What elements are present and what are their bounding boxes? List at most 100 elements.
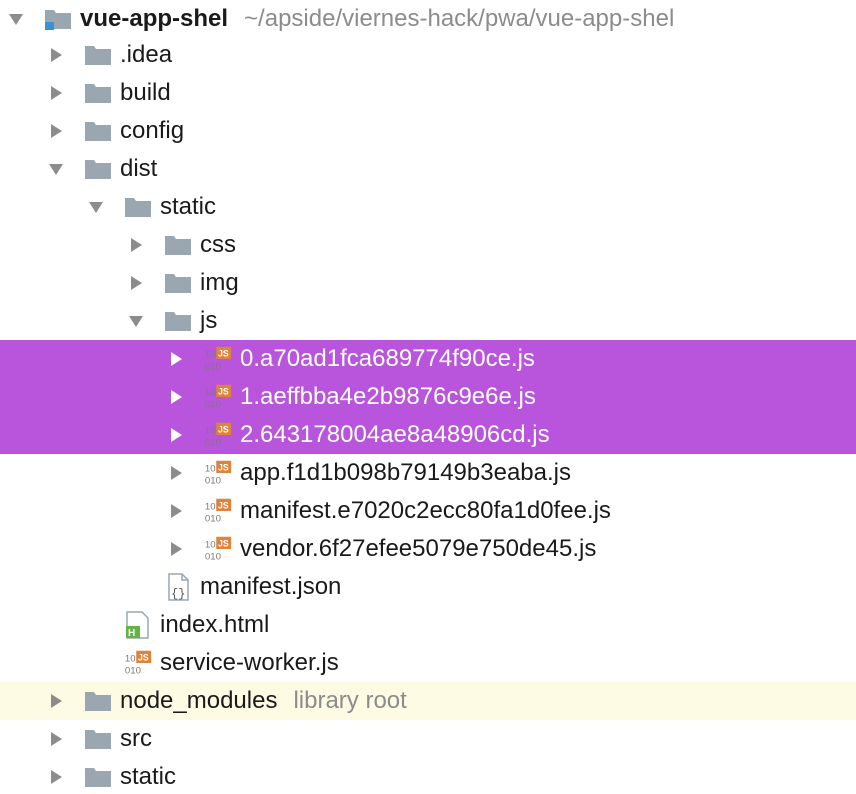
chevron-right-icon[interactable] (166, 349, 186, 369)
svg-text:010: 010 (205, 514, 221, 525)
svg-text:JS: JS (218, 538, 229, 548)
tree-item-label: manifest.e7020c2ecc80fa1d0fee.js (240, 497, 611, 524)
tree-item-index-html[interactable]: H index.html (0, 606, 856, 644)
svg-text:010: 010 (125, 666, 141, 677)
tree-item-label: 0.a70ad1fca689774f90ce.js (240, 345, 535, 372)
chevron-down-icon[interactable] (86, 197, 106, 217)
tree-item-static[interactable]: static (0, 188, 856, 226)
html-file-icon: H (124, 611, 152, 639)
svg-text:10: 10 (125, 653, 136, 664)
tree-item-config[interactable]: config (0, 112, 856, 150)
tree-item-js[interactable]: js (0, 302, 856, 340)
folder-icon (164, 231, 192, 259)
tree-item-label: src (120, 725, 152, 752)
svg-text:10: 10 (205, 501, 216, 512)
chevron-down-icon[interactable] (126, 311, 146, 331)
project-tree: vue-app-shel ~/apside/viernes-hack/pwa/v… (0, 0, 856, 794)
chevron-right-icon[interactable] (166, 463, 186, 483)
chevron-down-icon[interactable] (6, 9, 26, 29)
svg-text:JS: JS (218, 386, 229, 396)
tree-item-label: app.f1d1b098b79149b3eaba.js (240, 459, 571, 486)
folder-icon (84, 41, 112, 69)
svg-text:JS: JS (138, 652, 149, 662)
chevron-right-icon[interactable] (166, 425, 186, 445)
svg-text:10: 10 (205, 349, 216, 360)
svg-text:{}: {} (171, 587, 185, 601)
chevron-right-icon[interactable] (46, 83, 66, 103)
tree-item-dist[interactable]: dist (0, 150, 856, 188)
js-file-icon: 10 010 JS (204, 535, 232, 563)
library-root-hint: library root (293, 687, 407, 714)
tree-item-manifest-json[interactable]: {} manifest.json (0, 568, 856, 606)
root-path: ~/apside/viernes-hack/pwa/vue-app-shel (244, 5, 675, 32)
tree-item-label: index.html (160, 611, 270, 638)
js-file-icon: 10 010 JS (204, 459, 232, 487)
folder-icon (84, 687, 112, 715)
tree-item-js-manifest[interactable]: 10 010 JS manifest.e7020c2ecc80fa1d0fee.js (0, 492, 856, 530)
tree-item-label: node_modules (120, 687, 278, 714)
chevron-right-icon[interactable] (46, 121, 66, 141)
tree-root-row[interactable]: vue-app-shel ~/apside/viernes-hack/pwa/v… (0, 0, 856, 38)
tree-item-label: manifest.json (200, 573, 342, 600)
chevron-down-icon[interactable] (46, 159, 66, 179)
js-file-icon: 10 010 JS (204, 421, 232, 449)
chevron-right-icon[interactable] (126, 273, 146, 293)
svg-text:10: 10 (205, 539, 216, 550)
tree-item-label: dist (120, 155, 158, 182)
tree-item-label: build (120, 79, 171, 106)
json-file-icon: {} (164, 573, 192, 601)
chevron-right-icon[interactable] (46, 45, 66, 65)
js-file-icon: 10 010 JS (124, 649, 152, 677)
folder-icon (84, 79, 112, 107)
folder-icon (84, 155, 112, 183)
tree-item-idea[interactable]: .idea (0, 36, 856, 74)
tree-item-label: js (200, 307, 218, 334)
chevron-right-icon[interactable] (166, 539, 186, 559)
folder-icon (124, 193, 152, 221)
chevron-right-icon[interactable] (126, 235, 146, 255)
tree-item-js-chunk-1[interactable]: 10 010 JS 1.aeffbba4e2b9876c9e6e.js (0, 378, 856, 416)
tree-item-label: static (160, 193, 217, 220)
tree-item-js-chunk-0[interactable]: 10 010 JS 0.a70ad1fca689774f90ce.js (0, 340, 856, 378)
tree-item-node-modules[interactable]: node_modules library root (0, 682, 856, 720)
tree-item-label: .idea (120, 41, 173, 68)
tree-item-label: 1.aeffbba4e2b9876c9e6e.js (240, 383, 536, 410)
tree-item-service-worker[interactable]: 10 010 JS service-worker.js (0, 644, 856, 682)
tree-item-label: service-worker.js (160, 649, 339, 676)
chevron-right-icon[interactable] (166, 501, 186, 521)
tree-item-js-vendor[interactable]: 10 010 JS vendor.6f27efee5079e750de45.js (0, 530, 856, 568)
chevron-right-icon[interactable] (46, 691, 66, 711)
chevron-right-icon[interactable] (166, 387, 186, 407)
svg-text:10: 10 (205, 425, 216, 436)
js-file-icon: 10 010 JS (204, 345, 232, 373)
tree-item-label: static (120, 763, 177, 790)
svg-text:010: 010 (205, 400, 221, 411)
tree-item-js-app[interactable]: 10 010 JS app.f1d1b098b79149b3eaba.js (0, 454, 856, 492)
js-file-icon: 10 010 JS (204, 497, 232, 525)
svg-text:010: 010 (205, 552, 221, 563)
folder-icon (84, 725, 112, 753)
svg-text:JS: JS (218, 348, 229, 358)
tree-item-build[interactable]: build (0, 74, 856, 112)
svg-text:10: 10 (205, 463, 216, 474)
tree-item-src[interactable]: src (0, 720, 856, 758)
svg-text:JS: JS (218, 500, 229, 510)
tree-item-css[interactable]: css (0, 226, 856, 264)
tree-item-img[interactable]: img (0, 264, 856, 302)
svg-text:10: 10 (205, 387, 216, 398)
svg-text:H: H (128, 628, 135, 639)
svg-text:JS: JS (218, 462, 229, 472)
module-folder-icon (44, 5, 72, 33)
folder-icon (84, 763, 112, 791)
tree-item-label: config (120, 117, 185, 144)
svg-text:010: 010 (205, 362, 221, 373)
chevron-right-icon[interactable] (46, 767, 66, 787)
svg-text:JS: JS (218, 424, 229, 434)
tree-item-static-root[interactable]: static (0, 758, 856, 794)
chevron-right-icon[interactable] (46, 729, 66, 749)
folder-icon (164, 269, 192, 297)
svg-text:010: 010 (205, 476, 221, 487)
tree-item-label: img (200, 269, 239, 296)
root-label: vue-app-shel (80, 5, 229, 32)
tree-item-js-chunk-2[interactable]: 10 010 JS 2.643178004ae8a48906cd.js (0, 416, 856, 454)
